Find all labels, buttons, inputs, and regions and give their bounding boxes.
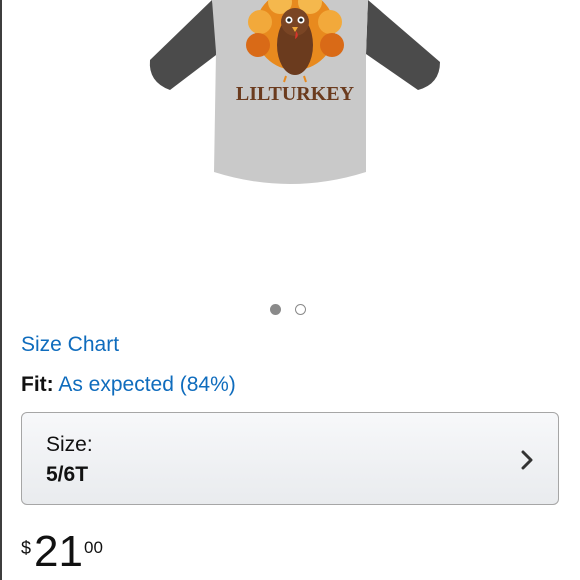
size-chart-link[interactable]: Size Chart — [21, 333, 119, 357]
fit-info: Fit: As expected (84%) — [21, 373, 236, 397]
fit-value-link[interactable]: As expected (84%) — [58, 373, 235, 396]
product-image[interactable]: LILTURKEY — [140, 0, 450, 200]
shirt-right-sleeve — [366, 0, 440, 90]
carousel-dot-2[interactable] — [295, 304, 306, 315]
size-value: 5/6T — [46, 463, 89, 486]
shirt-left-sleeve — [149, 0, 220, 90]
carousel-dot-1[interactable] — [270, 304, 281, 315]
shirt-print-text: LILTURKEY — [236, 83, 355, 105]
price-fraction: 00 — [84, 538, 103, 557]
fit-label: Fit: — [21, 373, 54, 396]
carousel-indicator[interactable] — [270, 304, 306, 315]
size-selector[interactable]: Size: 5/6T — [21, 412, 559, 505]
left-border — [0, 0, 2, 580]
size-label: Size: — [46, 433, 93, 456]
chevron-right-icon — [521, 450, 533, 470]
price-currency: $ — [21, 538, 32, 558]
price-whole: 21 — [34, 527, 83, 576]
